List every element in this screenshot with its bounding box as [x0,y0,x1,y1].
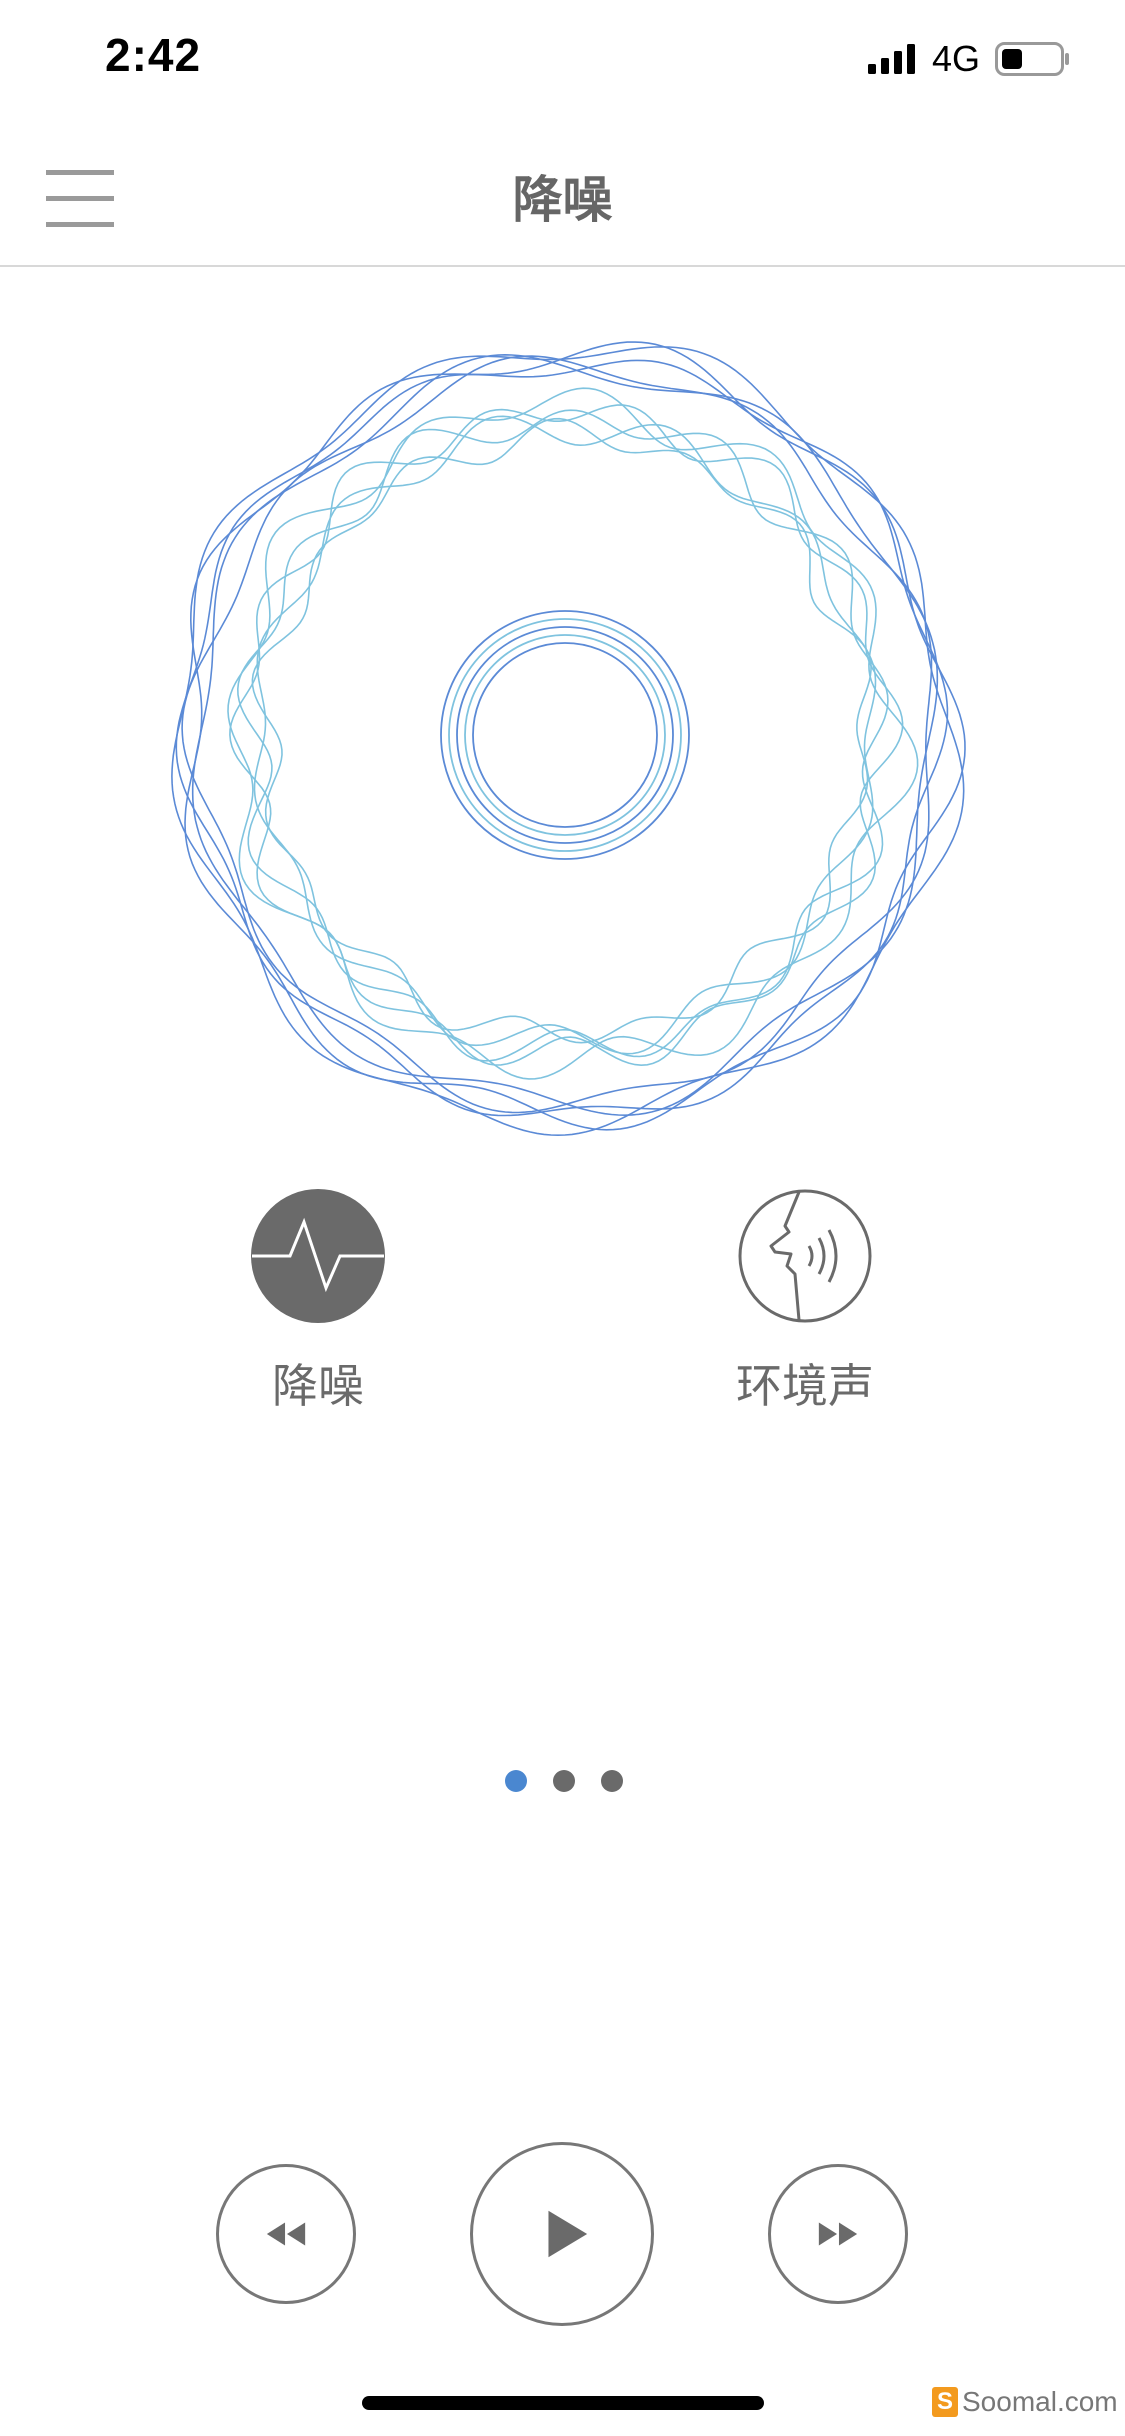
wave-ring [227,387,919,1080]
wave-ring [181,355,933,1114]
wave-ring [229,404,904,1067]
sound-wave-visualizer [171,341,966,1137]
wave-ring [253,415,877,1055]
mode-label: 降噪 [272,1359,364,1413]
page-dot-active[interactable] [505,1770,527,1792]
center-circle [464,634,666,836]
signal-icon [868,44,915,74]
center-circle [472,642,658,828]
watermark: S Soomal.com [932,2386,1118,2418]
mode-label: 环境声 [736,1359,874,1413]
play-icon [548,2210,588,2258]
page-dot[interactable] [553,1770,575,1792]
fast-forward-icon [818,2222,858,2246]
wave-ring [191,353,939,1117]
battery-icon [995,42,1069,76]
play-button[interactable] [470,2142,654,2326]
wave-ring [175,359,949,1117]
page-title: 降噪 [512,171,613,229]
page-indicator [500,1770,625,1796]
watermark-text: Soomal.com [962,2386,1118,2417]
home-indicator[interactable] [362,2396,764,2410]
watermark-logo: S [932,2387,958,2417]
network-type: 4G [932,38,981,79]
ambient-sound-icon [738,1189,872,1323]
page-dot[interactable] [601,1770,623,1792]
center-circle [440,610,690,860]
wave-ring [251,417,872,1044]
nav-bar: 降噪 [0,130,1125,267]
center-circle [456,626,674,844]
mode-ambient-sound[interactable]: 环境声 [675,1188,935,1416]
rewind-icon [266,2222,306,2246]
center-circle [448,618,682,852]
wave-ring [171,346,965,1137]
noise-cancel-icon [251,1189,385,1323]
status-bar: 2:42 4G [0,0,1125,120]
mode-noise-cancel[interactable]: 降噪 [188,1188,448,1416]
rewind-button[interactable] [216,2164,356,2304]
fast-forward-button[interactable] [768,2164,908,2304]
status-time: 2:42 [105,29,202,81]
